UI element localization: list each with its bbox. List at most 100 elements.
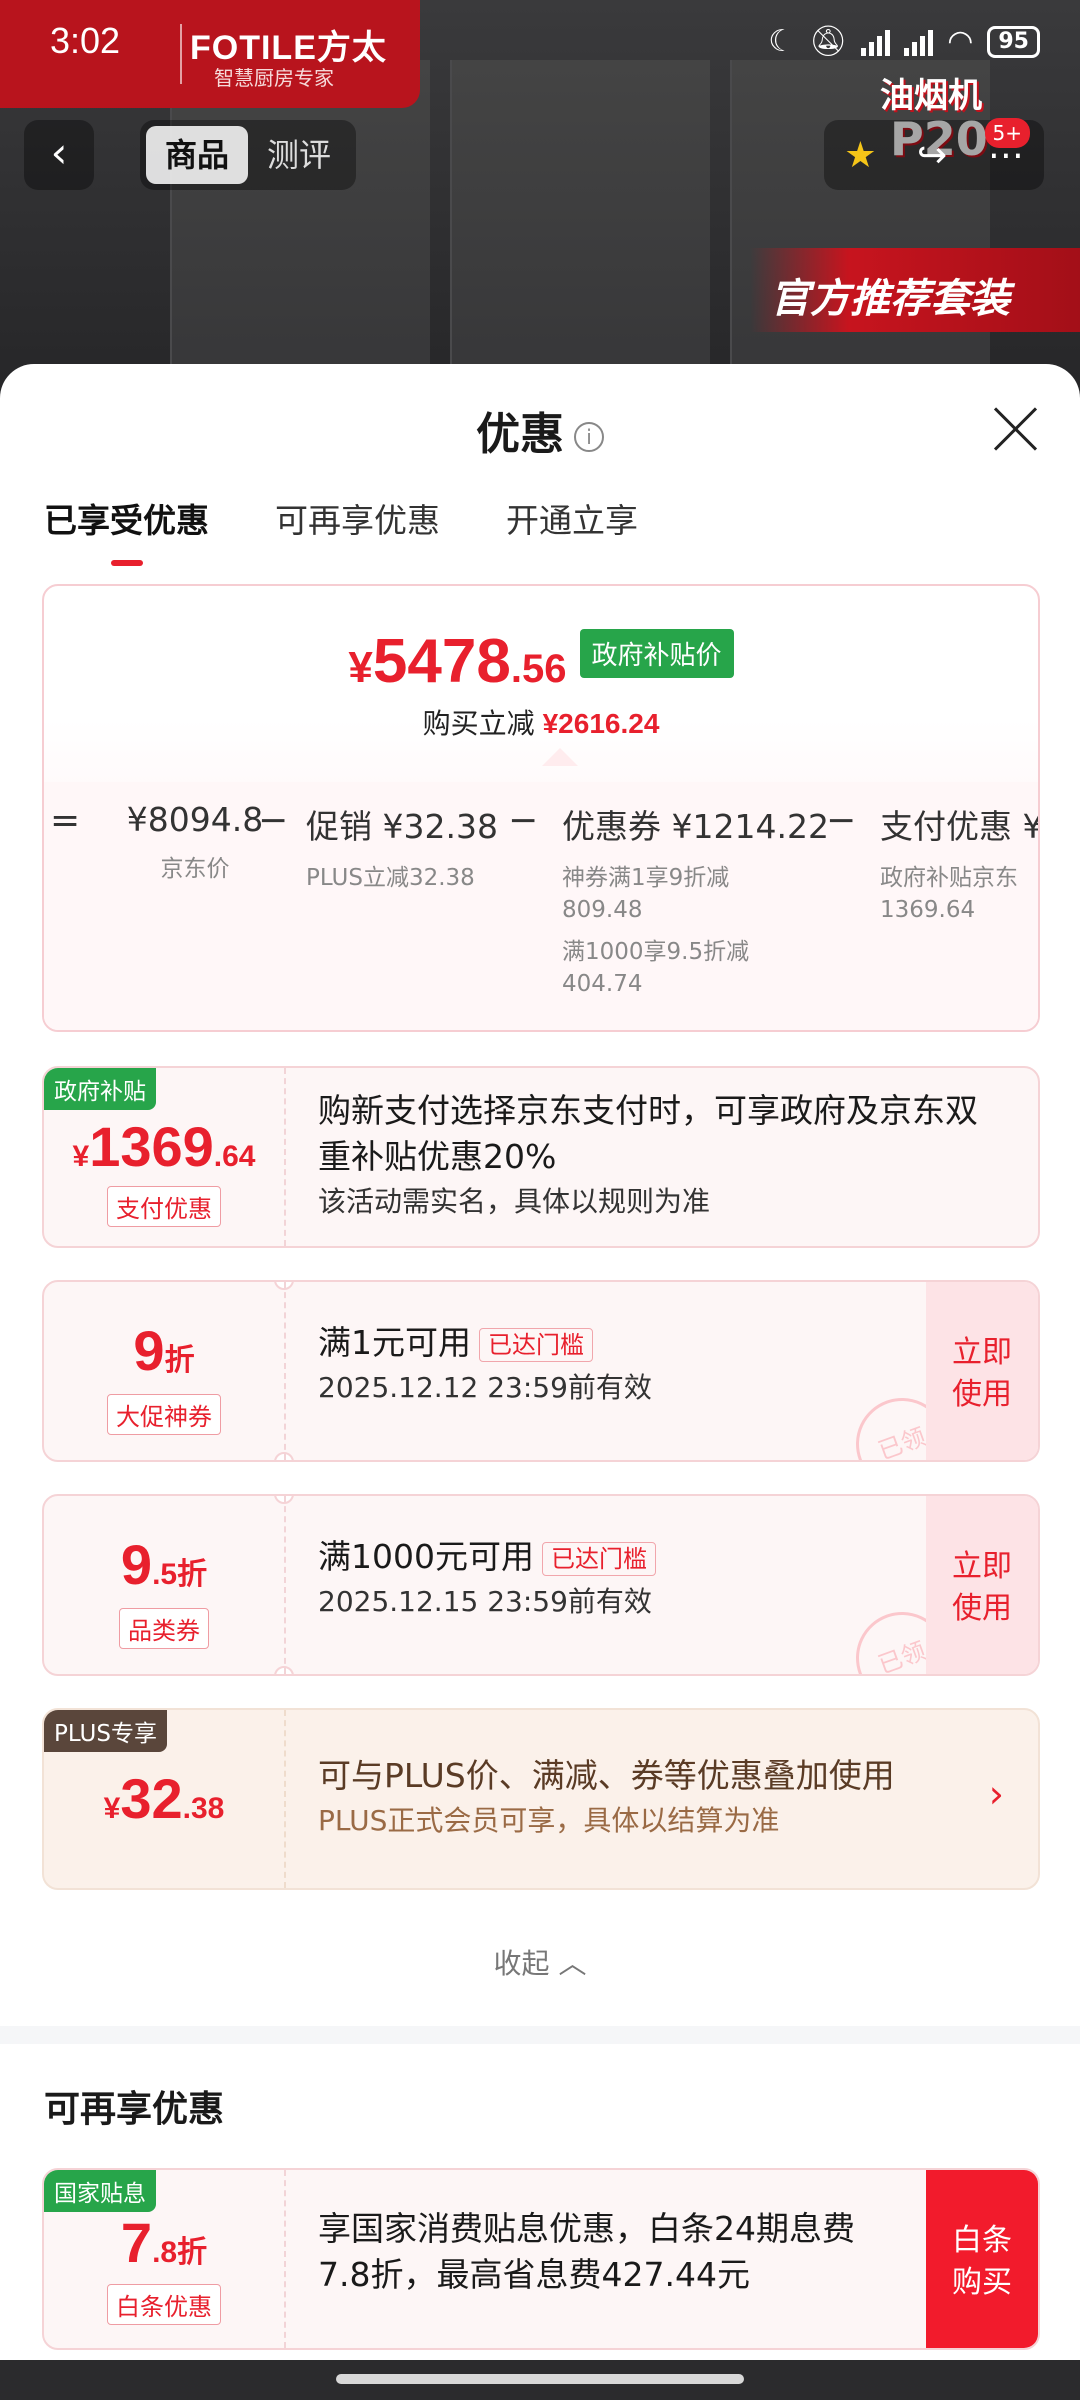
- formula-main: 促销 ¥32.38: [306, 807, 498, 846]
- discount-suffix: 折: [164, 1344, 195, 1377]
- price-currency: ¥: [348, 643, 373, 692]
- use-now-button[interactable]: 立即 使用: [926, 1496, 1038, 1674]
- pointer-triangle: [542, 748, 578, 766]
- formula-main: 支付优惠 ¥: [880, 807, 1040, 846]
- status-bar: 3:02 ☾ 🔕︎ ◠ 95: [0, 0, 1080, 90]
- button-line: 立即: [952, 1335, 1012, 1370]
- home-indicator: [0, 2360, 1080, 2400]
- interest-description-2: 7.8折，最高省息费427.44元: [318, 2255, 750, 2294]
- interest-discount-card[interactable]: 国家贴息 7.8折 白条优惠 享国家消费贴息优惠，白条24期息费 7.8折，最高…: [42, 2168, 1040, 2350]
- formula-sub-line: 政府补贴京东: [880, 865, 1018, 891]
- gov-subsidy-price-tag: 政府补贴价: [579, 629, 734, 678]
- formula-item-promo: 促销 ¥32.38 PLUS立减32.38: [306, 800, 498, 894]
- chevron-right-icon[interactable]: ›: [989, 1772, 1004, 1816]
- coupon-expiry: 2025.12.15 23:59前有效: [318, 1585, 652, 1618]
- price-summary-card: ¥5478.56 政府补贴价 购买立减 ¥2616.24 = ¥8094.8 京东…: [42, 584, 1040, 1032]
- section-title-more-discounts: 可再享优惠: [44, 2089, 225, 2130]
- threshold-reached-tag: 已达门槛: [541, 1541, 656, 1576]
- button-line: 购买: [952, 2265, 1012, 2300]
- collapse-label: 收起: [493, 1947, 550, 1980]
- card-body: 满1000元可用 已达门槛 2025.12.15 23:59前有效: [318, 1534, 918, 1624]
- collapse-button[interactable]: 收起 ︿: [0, 1942, 1080, 1982]
- threshold-reached-tag: 已达门槛: [479, 1327, 593, 1362]
- coupon-condition: 满1000元可用 已达门槛: [318, 1534, 918, 1580]
- formula-sub-line: 404.74: [562, 971, 643, 997]
- coupon-discount: 9折: [44, 1318, 284, 1383]
- final-price: ¥5478.56: [348, 626, 566, 697]
- formula-item-coupon: 优惠券 ¥1214.22 神券满1享9折减 809.48 满1000享9.5折减…: [562, 800, 829, 1000]
- card-divider: [284, 2170, 286, 2348]
- tab-enjoyed[interactable]: 已享受优惠: [44, 494, 209, 566]
- tab-review[interactable]: 测评: [248, 126, 350, 184]
- coupon-type-pill: 大促神券: [107, 1394, 221, 1435]
- close-icon[interactable]: [990, 404, 1040, 454]
- formula-sub-line: 809.48: [562, 897, 643, 923]
- coupon-card-9-off[interactable]: 9折 大促神券 满1元可用 已达门槛 2025.12.12 23:59前有效 已领…: [42, 1280, 1040, 1462]
- coupon-card-95-off[interactable]: 9.5折 品类券 满1000元可用 已达门槛 2025.12.15 23:59前有…: [42, 1494, 1040, 1676]
- button-line: 使用: [952, 1377, 1012, 1412]
- moon-icon: ☾: [768, 24, 796, 59]
- formula-operator: −: [258, 800, 289, 841]
- formula-sub: PLUS立减32.38: [306, 865, 475, 891]
- tab-product[interactable]: 商品: [146, 126, 248, 184]
- formula-sub-line: 满1000享9.5折减: [562, 939, 750, 965]
- toolbar-actions: ★ ↪ ⋯ 5+: [824, 118, 1044, 190]
- formula-sub: 政府补贴京东 1369.64: [880, 862, 1038, 926]
- formula-sub-line: 1369.64: [880, 897, 976, 923]
- pill-wrap: 支付优惠: [44, 1186, 284, 1227]
- share-icon[interactable]: ↪: [917, 135, 947, 176]
- amount-decimal: .38: [182, 1792, 225, 1825]
- section-divider: [0, 2026, 1080, 2044]
- price-formula: = ¥8094.8 京东价 − 促销 ¥32.38 PLUS立减32.38 − …: [44, 782, 1040, 1030]
- card-body: 购新支付选择京东支付时，可享政府及京东双重补贴优惠20% 该活动需实名，具体以规…: [318, 1088, 1008, 1224]
- status-icons: ☾ 🔕︎ ◠ 95: [768, 24, 1040, 59]
- signal-icon-2: [904, 28, 934, 56]
- card-note: 该活动需实名，具体以规则为准: [318, 1185, 711, 1218]
- card-body: 享国家消费贴息优惠，白条24期息费 7.8折，最高省息费427.44元: [318, 2206, 918, 2298]
- plus-discount-card[interactable]: PLUS专享 ¥32.38 可与PLUS价、满减、券等优惠叠加使用 PLUS正式…: [42, 1708, 1040, 1890]
- final-price-row: ¥5478.56 政府补贴价: [44, 626, 1038, 697]
- info-icon[interactable]: i: [574, 422, 604, 452]
- sheet-title: 优惠 i: [0, 398, 1080, 462]
- mute-icon: 🔕︎: [809, 24, 848, 59]
- gov-subsidy-card[interactable]: 政府补贴 ¥1369.64 支付优惠 购新支付选择京东支付时，可享政府及京东双重…: [42, 1066, 1040, 1248]
- chevron-up-icon: ︿: [558, 1947, 587, 1980]
- formula-operator: −: [508, 800, 539, 841]
- battery-icon: 95: [987, 25, 1040, 58]
- coupon-threshold: 满1000元可用: [318, 1537, 534, 1576]
- save-row: 购买立减 ¥2616.24: [44, 702, 1038, 742]
- pill-wrap: 大促神券: [44, 1394, 284, 1435]
- card-body: 满1元可用 已达门槛 2025.12.12 23:59前有效: [318, 1320, 918, 1410]
- back-button[interactable]: ‹: [24, 120, 94, 190]
- amount-integer: 1369: [89, 1115, 214, 1178]
- save-value: ¥2616.24: [542, 708, 660, 739]
- discount-sheet: 优惠 i 已享受优惠 可再享优惠 开通立享 ¥5478.56 政府补贴价 购买立减…: [0, 364, 1080, 2360]
- coupon-condition: 满1元可用 已达门槛: [318, 1320, 918, 1366]
- gov-subsidy-tag: 政府补贴: [44, 1068, 156, 1110]
- baitiao-buy-button[interactable]: 白条 购买: [926, 2170, 1038, 2348]
- button-line: 立即: [952, 1549, 1012, 1584]
- formula-operator: =: [50, 800, 81, 841]
- recommend-banner: 官方推荐套装: [750, 248, 1080, 332]
- discount-decimal: .8: [152, 2236, 178, 2269]
- formula-main: 优惠券 ¥1214.22: [562, 807, 829, 846]
- discount-integer: 7: [120, 2211, 153, 2274]
- amount-integer: 32: [120, 1767, 183, 1830]
- subsidy-amount: ¥1369.64: [44, 1114, 284, 1179]
- button-line: 白条: [952, 2223, 1012, 2258]
- amount-decimal: .64: [213, 1140, 256, 1173]
- status-time: 3:02: [50, 20, 121, 61]
- discount-tabs: 已享受优惠 可再享优惠 开通立享: [44, 494, 638, 566]
- card-divider: [284, 1068, 286, 1246]
- home-bar[interactable]: [336, 2374, 744, 2384]
- amount-currency: ¥: [72, 1140, 90, 1173]
- tab-more-available[interactable]: 可再享优惠: [275, 494, 440, 542]
- tab-open-now[interactable]: 开通立享: [506, 494, 638, 542]
- payment-discount-pill: 支付优惠: [107, 1186, 221, 1227]
- star-icon[interactable]: ★: [844, 135, 876, 176]
- use-now-button[interactable]: 立即 使用: [926, 1282, 1038, 1460]
- plus-exclusive-tag: PLUS专享: [44, 1710, 167, 1752]
- pill-wrap: 品类券: [44, 1608, 284, 1649]
- formula-item-payment: 支付优惠 ¥ 政府补贴京东 1369.64: [880, 800, 1040, 926]
- plus-note: PLUS正式会员可享，具体以结算为准: [318, 1804, 780, 1837]
